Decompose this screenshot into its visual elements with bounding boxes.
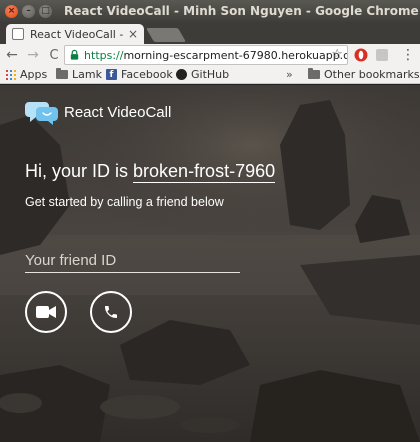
- video-call-button[interactable]: [25, 291, 67, 333]
- github-icon: [176, 69, 187, 80]
- tab-strip: React VideoCall - M ×: [0, 22, 420, 44]
- address-bar[interactable]: https:// morning-escarpment-67980.heroku…: [64, 45, 348, 65]
- opera-extension-icon[interactable]: [354, 48, 368, 62]
- app-logo: React VideoCall: [24, 98, 171, 126]
- app-name: React VideoCall: [64, 103, 172, 121]
- apps-grid-icon: [6, 69, 16, 80]
- bookmarks-overflow-chevron[interactable]: »: [286, 68, 293, 81]
- bookmark-github-label: GitHub: [191, 68, 230, 81]
- instructions-text: Get started by calling a friend below: [25, 195, 224, 209]
- tab-react-videocall[interactable]: React VideoCall - M ×: [6, 24, 144, 44]
- bookmark-apps[interactable]: Apps: [6, 68, 47, 81]
- folder-icon: [56, 68, 68, 79]
- bookmark-facebook-label: Facebook: [121, 68, 173, 81]
- audio-call-button[interactable]: [90, 291, 132, 333]
- lock-icon: [70, 49, 79, 60]
- bookmark-other[interactable]: Other bookmarks: [308, 68, 420, 81]
- tab-close-icon[interactable]: ×: [128, 27, 138, 41]
- bookmark-facebook[interactable]: f Facebook: [106, 68, 173, 81]
- my-peer-id: broken-frost-7960: [133, 161, 276, 183]
- bookmark-github[interactable]: GitHub: [176, 68, 229, 81]
- window-controls: × – □: [5, 4, 52, 18]
- friend-id-input[interactable]: [25, 249, 240, 273]
- bookmark-lamk[interactable]: Lamk: [56, 68, 102, 81]
- app-page: React VideoCall Hi, your ID is broken-fr…: [0, 85, 420, 442]
- extension-icon[interactable]: [376, 49, 388, 61]
- window-close-button[interactable]: ×: [5, 4, 18, 18]
- window-maximize-button[interactable]: □: [39, 4, 52, 18]
- bookmarks-bar: Apps Lamk f Facebook GitHub » Other book…: [0, 66, 420, 84]
- greeting-heading: Hi, your ID is broken-frost-7960: [25, 161, 276, 183]
- window-title-bar: × – □ React VideoCall - Minh Son Nguyen …: [0, 0, 420, 22]
- bookmark-star-icon[interactable]: ☆: [331, 47, 343, 62]
- facebook-icon: f: [106, 69, 117, 80]
- window-minimize-button[interactable]: –: [22, 4, 35, 18]
- bookmark-other-label: Other bookmarks: [324, 68, 420, 81]
- back-button[interactable]: ←: [3, 46, 21, 64]
- window-title: React VideoCall - Minh Son Nguyen - Goog…: [64, 4, 419, 18]
- chrome-menu-icon[interactable]: ⋮: [401, 47, 415, 63]
- bookmark-lamk-label: Lamk: [72, 68, 102, 81]
- url-scheme: https://: [84, 48, 124, 62]
- bookmark-apps-label: Apps: [20, 68, 48, 81]
- reload-button[interactable]: C: [45, 46, 63, 64]
- chat-bubbles-icon: [25, 102, 58, 125]
- url-text: morning-escarpment-67980.herokuapp.com: [123, 48, 347, 62]
- browser-toolbar: ← → C https:// morning-escarpment-67980.…: [0, 44, 420, 66]
- forward-button[interactable]: →: [24, 46, 42, 64]
- phone-icon: [105, 306, 117, 318]
- greeting-prefix: Hi, your ID is: [25, 161, 134, 181]
- folder-icon: [308, 68, 320, 79]
- new-tab-button[interactable]: [145, 28, 187, 42]
- tab-title: React VideoCall - M: [30, 27, 125, 41]
- page-icon: [12, 28, 24, 40]
- video-camera-icon: [36, 306, 56, 318]
